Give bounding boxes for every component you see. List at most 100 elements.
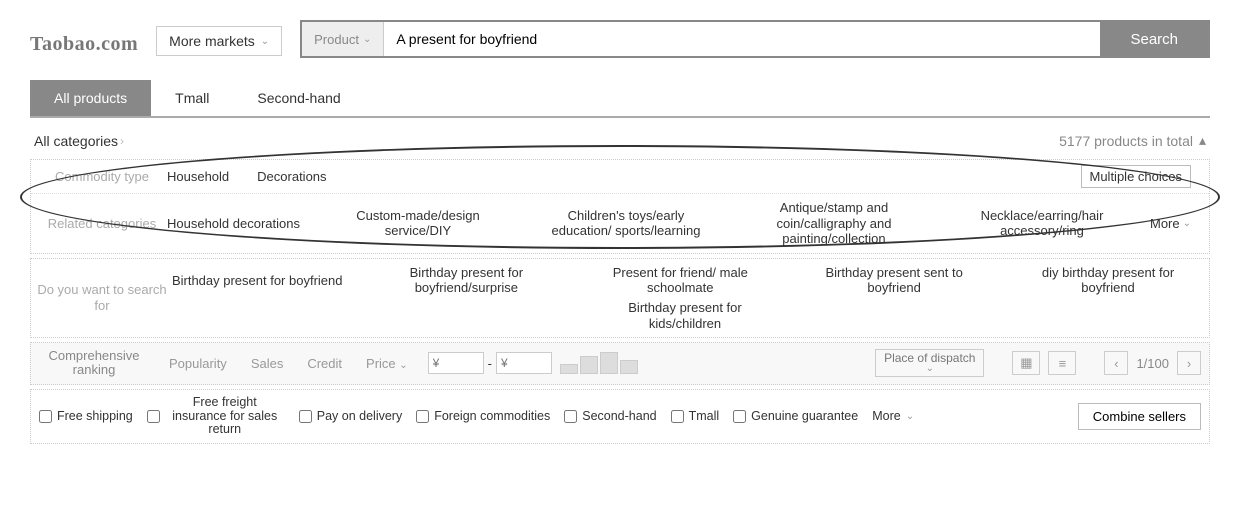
- sort-credit[interactable]: Credit: [303, 354, 346, 373]
- chevron-down-icon: ⌄: [363, 34, 371, 45]
- check-freight-insurance[interactable]: Free freight insurance for sales return: [147, 396, 285, 437]
- chevron-left-icon: ‹: [1114, 356, 1118, 371]
- checkbox[interactable]: [147, 410, 160, 423]
- more-label: More: [1150, 216, 1180, 231]
- checkbox[interactable]: [733, 410, 746, 423]
- search-scope-label: Product: [314, 32, 359, 47]
- search-suggestion[interactable]: diy birthday present for boyfriend: [1018, 263, 1198, 298]
- list-icon: ≡: [1059, 356, 1067, 371]
- filter-values: Household decorations Custom-made/design…: [167, 198, 1150, 249]
- checkbox[interactable]: [671, 410, 684, 423]
- sort-bar: Comprehensive ranking Popularity Sales C…: [30, 342, 1210, 385]
- filter-value[interactable]: Household: [167, 167, 229, 187]
- prev-page-button[interactable]: ‹: [1104, 351, 1128, 375]
- search-suggestion[interactable]: Birthday present for boyfriend/surprise: [376, 263, 556, 298]
- chevron-right-icon: ›: [1187, 356, 1191, 371]
- chevron-down-icon: ⌄: [906, 411, 914, 422]
- price-max-input[interactable]: [496, 352, 552, 374]
- filter-checkboxes-row: Free shipping Free freight insurance for…: [30, 389, 1210, 444]
- check-genuine[interactable]: Genuine guarantee: [733, 410, 858, 424]
- chevron-down-icon: ⌄: [926, 364, 934, 374]
- chevron-down-icon: ⌄: [399, 360, 407, 371]
- total-products-toggle[interactable]: 5177 products in total ▴: [1059, 132, 1206, 149]
- search-input[interactable]: [384, 22, 1100, 56]
- range-separator: -: [488, 356, 492, 371]
- sort-price-label: Price: [366, 356, 396, 371]
- search-suggestion[interactable]: Birthday present for boyfriend: [172, 271, 343, 291]
- filter-label: Related categories: [37, 216, 167, 232]
- filter-value[interactable]: Antique/stamp and coin/calligraphy and p…: [744, 198, 924, 249]
- check-label: Pay on delivery: [317, 410, 402, 424]
- list-view-button[interactable]: ≡: [1048, 351, 1076, 375]
- next-page-button[interactable]: ›: [1177, 351, 1201, 375]
- more-markets-dropdown[interactable]: More markets ⌄: [156, 26, 282, 56]
- tab-tmall[interactable]: Tmall: [151, 80, 233, 116]
- check-second-hand[interactable]: Second-hand: [564, 410, 656, 424]
- check-free-shipping[interactable]: Free shipping: [39, 410, 133, 424]
- product-source-tabs: All products Tmall Second-hand: [30, 80, 1210, 118]
- filter-block-attributes: Commodity type Household Decorations Mul…: [30, 159, 1210, 254]
- check-pay-on-delivery[interactable]: Pay on delivery: [299, 410, 402, 424]
- filter-panel: Commodity type Household Decorations Mul…: [30, 159, 1210, 254]
- all-categories-label: All categories: [34, 133, 118, 149]
- site-logo: Taobao.com: [30, 33, 138, 56]
- price-range: -: [428, 352, 638, 374]
- check-label: Foreign commodities: [434, 410, 550, 424]
- sort-label[interactable]: Comprehensive ranking: [39, 349, 149, 378]
- category-summary-row: All categories › 5177 products in total …: [30, 126, 1210, 155]
- filter-value[interactable]: Children's toys/early education/ sports/…: [536, 206, 716, 241]
- search-scope-dropdown[interactable]: Product ⌄: [302, 22, 384, 56]
- filter-row-suggestions: Do you want to search for Birthday prese…: [31, 259, 1209, 337]
- filter-value[interactable]: Custom-made/design service/DIY: [328, 206, 508, 241]
- filter-row-related-categories: Related categories Household decorations…: [31, 194, 1209, 253]
- view-toggle: ▦ ≡: [1012, 351, 1076, 375]
- chevron-down-icon: ⌄: [1183, 218, 1191, 229]
- tab-all-products[interactable]: All products: [30, 80, 151, 116]
- sort-price[interactable]: Price ⌄: [362, 354, 412, 373]
- filter-value[interactable]: Decorations: [257, 167, 326, 187]
- chevron-right-icon: ›: [120, 134, 124, 148]
- price-histogram[interactable]: [560, 352, 638, 374]
- filter-label: Do you want to search for: [37, 282, 167, 313]
- check-tmall[interactable]: Tmall: [671, 410, 720, 424]
- filter-values: Birthday present for boyfriend Birthday …: [167, 263, 1203, 333]
- more-categories-link[interactable]: More ⌄: [1150, 216, 1191, 231]
- checkbox[interactable]: [39, 410, 52, 423]
- checkbox[interactable]: [416, 410, 429, 423]
- page-indicator: 1/100: [1136, 356, 1169, 371]
- check-foreign[interactable]: Foreign commodities: [416, 410, 550, 424]
- all-categories-link[interactable]: All categories ›: [34, 133, 124, 149]
- checkbox[interactable]: [299, 410, 312, 423]
- search-suggestion[interactable]: Birthday present for kids/children: [595, 298, 775, 333]
- sort-sales[interactable]: Sales: [247, 354, 288, 373]
- search-button[interactable]: Search: [1100, 22, 1208, 56]
- sort-popularity[interactable]: Popularity: [165, 354, 231, 373]
- filter-row-commodity-type: Commodity type Household Decorations Mul…: [31, 160, 1209, 194]
- check-label: Genuine guarantee: [751, 410, 858, 424]
- grid-view-button[interactable]: ▦: [1012, 351, 1040, 375]
- search-bar: Product ⌄ Search: [300, 20, 1210, 58]
- multiple-choices-button[interactable]: Multiple choices: [1081, 165, 1192, 188]
- search-suggestion[interactable]: Present for friend/ male schoolmate: [590, 263, 770, 298]
- filter-block-suggestions: Do you want to search for Birthday prese…: [30, 258, 1210, 338]
- grid-icon: ▦: [1020, 355, 1032, 371]
- chevron-up-icon: ▴: [1199, 132, 1206, 149]
- search-suggestion[interactable]: Birthday present sent to boyfriend: [804, 263, 984, 298]
- more-filters-link[interactable]: More ⌄: [872, 410, 914, 424]
- tab-second-hand[interactable]: Second-hand: [233, 80, 364, 116]
- pager: ‹ 1/100 ›: [1104, 351, 1201, 375]
- check-label: Tmall: [689, 410, 720, 424]
- combine-sellers-button[interactable]: Combine sellers: [1078, 403, 1201, 430]
- check-label: Free freight insurance for sales return: [165, 396, 285, 437]
- more-label: More: [872, 410, 900, 424]
- chevron-down-icon: ⌄: [261, 36, 269, 47]
- checkbox[interactable]: [564, 410, 577, 423]
- place-of-dispatch-dropdown[interactable]: Place of dispatch ⌄: [875, 349, 984, 377]
- price-min-input[interactable]: [428, 352, 484, 374]
- check-label: Free shipping: [57, 410, 133, 424]
- header: Taobao.com More markets ⌄ Product ⌄ Sear…: [30, 20, 1210, 58]
- more-markets-label: More markets: [169, 33, 255, 49]
- filter-value[interactable]: Household decorations: [167, 214, 300, 234]
- filter-label: Commodity type: [37, 169, 167, 185]
- filter-value[interactable]: Necklace/earring/hair accessory/ring: [952, 206, 1132, 241]
